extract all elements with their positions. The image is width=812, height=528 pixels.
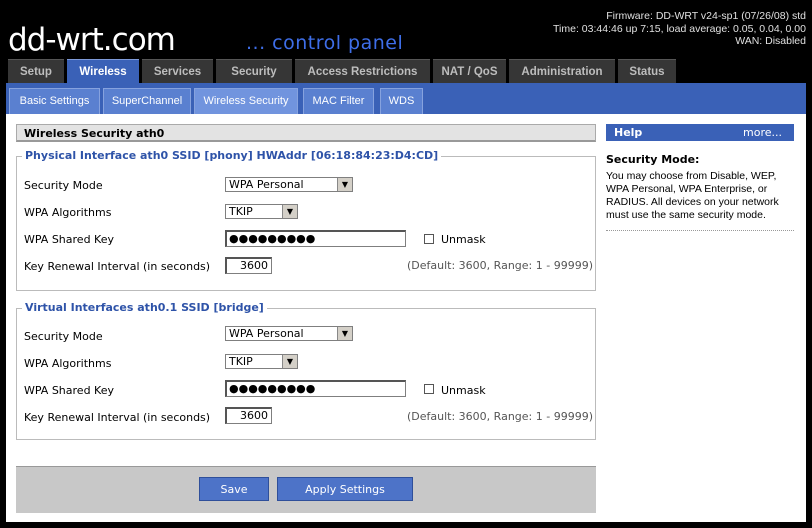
tab-superchannel[interactable]: SuperChannel xyxy=(103,88,191,114)
unmask-checkbox[interactable] xyxy=(424,234,434,244)
security-mode-value: WPA Personal xyxy=(229,178,304,191)
wpa-algorithms-select[interactable]: TKIP ▼ xyxy=(225,204,298,219)
main-content: Wireless Security ath0 Physical Interfac… xyxy=(6,114,806,522)
section-title: Wireless Security ath0 xyxy=(16,124,596,142)
key-renewal-input[interactable]: 3600 xyxy=(225,407,272,424)
help-title: Help xyxy=(614,126,643,139)
logo-dotcom: .com xyxy=(102,22,176,58)
tab-services[interactable]: Services xyxy=(142,59,213,84)
security-mode-label: Security Mode xyxy=(24,179,103,192)
wpa-shared-key-label: WPA Shared Key xyxy=(24,384,114,397)
tab-administration[interactable]: Administration xyxy=(509,59,615,84)
security-mode-value: WPA Personal xyxy=(229,327,304,340)
unmask-checkbox[interactable] xyxy=(424,384,434,394)
key-renewal-label: Key Renewal Interval (in seconds) xyxy=(24,260,211,273)
tab-setup[interactable]: Setup xyxy=(8,59,64,84)
virtual-interface-group: Virtual Interfaces ath0.1 SSID [bridge] … xyxy=(16,301,596,440)
physical-interface-group: Physical Interface ath0 SSID [phony] HWA… xyxy=(16,149,596,291)
uptime-text: Time: 03:44:46 up 7:15, load average: 0.… xyxy=(553,22,806,35)
virtual-legend: Virtual Interfaces ath0.1 SSID [bridge] xyxy=(22,301,267,314)
unmask-label: Unmask xyxy=(441,233,486,246)
wpa-algorithms-select[interactable]: TKIP ▼ xyxy=(225,354,298,369)
help-panel: Help more... Security Mode: You may choo… xyxy=(606,124,794,231)
tab-nat-qos[interactable]: NAT / QoS xyxy=(433,59,506,84)
router-status: Firmware: DD-WRT v24-sp1 (07/26/08) std … xyxy=(553,10,806,48)
bottom-edge xyxy=(0,522,812,528)
wan-status: WAN: Disabled xyxy=(735,35,806,47)
wpa-shared-key-label: WPA Shared Key xyxy=(24,233,114,246)
button-bar: Save Apply Settings xyxy=(16,466,596,513)
logo-tagline: ... control panel xyxy=(246,32,404,54)
security-mode-label: Security Mode xyxy=(24,330,103,343)
wpa-algorithms-label: WPA Algorithms xyxy=(24,206,112,219)
dropdown-arrow-icon: ▼ xyxy=(282,355,297,368)
tab-status[interactable]: Status xyxy=(618,59,676,84)
security-mode-select[interactable]: WPA Personal ▼ xyxy=(225,177,353,192)
logo-main: dd-wrt xyxy=(8,22,104,58)
tab-wireless-security[interactable]: Wireless Security xyxy=(194,88,298,114)
key-renewal-label: Key Renewal Interval (in seconds) xyxy=(24,411,211,424)
header: dd-wrt.com ... control panel Firmware: D… xyxy=(0,0,812,58)
dropdown-arrow-icon: ▼ xyxy=(282,205,297,218)
apply-settings-button[interactable]: Apply Settings xyxy=(277,477,413,501)
wpa-algorithms-label: WPA Algorithms xyxy=(24,357,112,370)
wpa-algorithms-value: TKIP xyxy=(229,205,253,218)
tab-basic-settings[interactable]: Basic Settings xyxy=(9,88,100,114)
key-renewal-hint: (Default: 3600, Range: 1 - 99999) xyxy=(407,259,593,272)
physical-legend: Physical Interface ath0 SSID [phony] HWA… xyxy=(22,149,442,162)
wpa-shared-key-input[interactable]: ●●●●●●●●● xyxy=(225,230,406,247)
security-mode-select[interactable]: WPA Personal ▼ xyxy=(225,326,353,341)
dropdown-arrow-icon: ▼ xyxy=(337,327,352,340)
save-button[interactable]: Save xyxy=(199,477,269,501)
help-header: Help more... xyxy=(606,124,794,141)
help-body: You may choose from Disable, WEP, WPA Pe… xyxy=(606,170,794,231)
tab-wds[interactable]: WDS xyxy=(380,88,423,114)
wpa-algorithms-value: TKIP xyxy=(229,355,253,368)
sub-tab-bar: Basic Settings SuperChannel Wireless Sec… xyxy=(6,83,806,114)
tab-mac-filter[interactable]: MAC Filter xyxy=(303,88,374,114)
tab-access-restrictions[interactable]: Access Restrictions xyxy=(295,59,430,84)
unmask-label: Unmask xyxy=(441,384,486,397)
dropdown-arrow-icon: ▼ xyxy=(337,178,352,191)
help-more-link[interactable]: more... xyxy=(743,124,782,141)
firmware-text: Firmware: DD-WRT v24-sp1 (07/26/08) std xyxy=(606,10,806,22)
wpa-shared-key-input[interactable]: ●●●●●●●●● xyxy=(225,380,406,397)
tab-security[interactable]: Security xyxy=(216,59,292,84)
key-renewal-input[interactable]: 3600 xyxy=(225,257,272,274)
key-renewal-hint: (Default: 3600, Range: 1 - 99999) xyxy=(407,410,593,423)
help-topic: Security Mode: xyxy=(606,153,700,166)
tab-wireless[interactable]: Wireless xyxy=(67,59,139,84)
